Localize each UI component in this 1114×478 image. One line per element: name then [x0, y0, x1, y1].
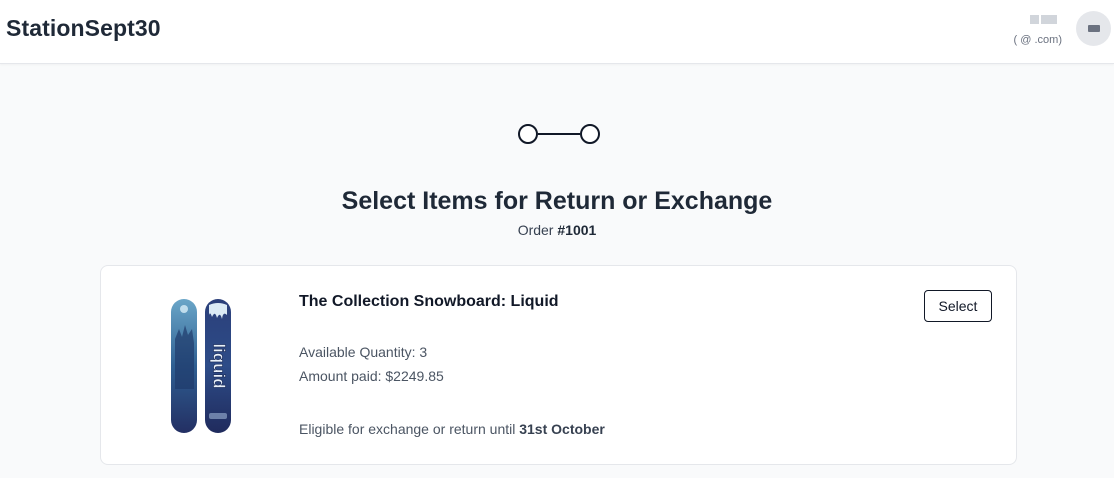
avatar[interactable] [1076, 11, 1111, 46]
order-label: Order #1001 [0, 222, 1114, 238]
store-name[interactable]: StationSept30 [6, 15, 161, 42]
product-title: The Collection Snowboard: Liquid [299, 293, 559, 310]
eligibility-prefix: Eligible for exchange or return until [299, 421, 520, 437]
user-icon [1087, 25, 1100, 32]
top-bar: StationSept30 ( @ .com) [0, 0, 1114, 64]
eligibility-note: Eligible for exchange or return until 31… [299, 421, 605, 437]
select-button[interactable]: Select [924, 290, 992, 322]
user-email: ( @ .com) [1013, 34, 1062, 46]
snowboard-product-image: liquid [171, 299, 231, 433]
amount-paid: Amount paid: $2249.85 [299, 368, 444, 384]
return-item-card: liquid The Collection Snowboard: Liquid … [100, 265, 1017, 465]
svg-text:liquid: liquid [210, 343, 229, 388]
order-number: #1001 [557, 222, 597, 238]
page-title: Select Items for Return or Exchange [341, 187, 773, 215]
order-prefix: Order [517, 222, 558, 238]
step-2-icon [580, 124, 600, 144]
progress-stepper [518, 124, 600, 144]
step-1-icon [518, 124, 538, 144]
available-quantity: Available Quantity: 3 [299, 344, 428, 360]
step-connector [538, 133, 580, 135]
user-name-redacted [1030, 15, 1062, 25]
eligibility-date: 31st October [519, 421, 605, 437]
